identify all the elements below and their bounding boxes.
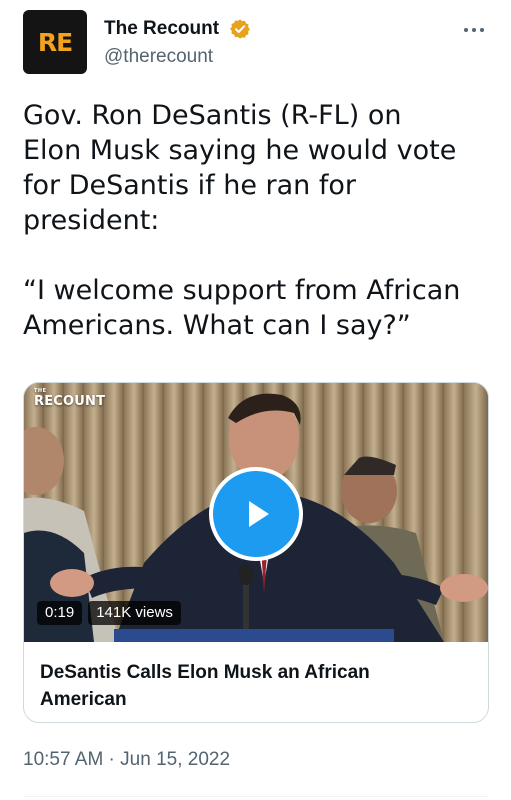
video-watermark: THE RECOUNT — [34, 388, 106, 410]
more-options-button[interactable] — [456, 18, 492, 42]
avatar[interactable]: RE — [23, 10, 87, 74]
verified-badge-icon — [230, 19, 250, 39]
video-duration: 0:19 — [37, 601, 83, 625]
play-icon — [249, 501, 269, 527]
video-player[interactable]: THE RECOUNT 0:19 141K views — [24, 383, 488, 642]
video-views: 141K views — [88, 601, 181, 625]
tweet-text: Gov. Ron DeSantis (R-FL) on Elon Musk sa… — [23, 100, 461, 341]
more-horizontal-icon — [464, 28, 484, 32]
video-card[interactable]: THE RECOUNT 0:19 141K views DeSantis Cal… — [23, 382, 489, 723]
play-button[interactable] — [209, 467, 303, 561]
tweet-timestamp[interactable]: 10:57 AM · Jun 15, 2022 — [23, 749, 230, 771]
divider — [23, 796, 489, 797]
card-title[interactable]: DeSantis Calls Elon Musk an African Amer… — [40, 659, 460, 713]
video-meta: 0:19 141K views — [37, 601, 181, 625]
author-name[interactable]: The Recount — [104, 18, 219, 40]
avatar-logo: RE — [37, 27, 73, 57]
author-handle[interactable]: @therecount — [104, 46, 213, 68]
